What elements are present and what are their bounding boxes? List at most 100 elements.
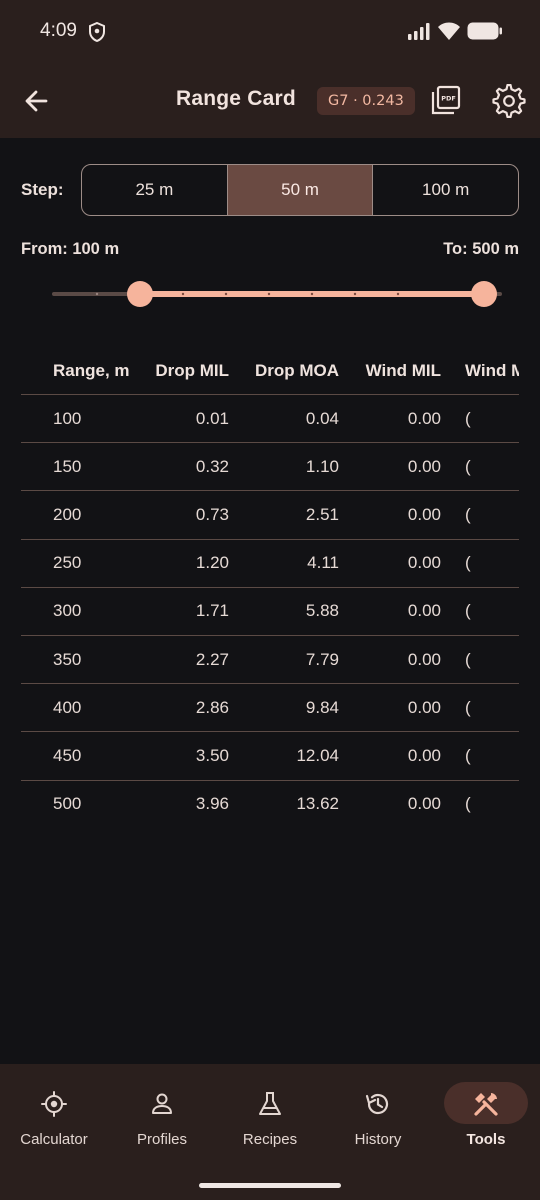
cell-range: 300 xyxy=(53,601,82,621)
cell-wind-moa: ( xyxy=(465,649,471,669)
cell-range: 450 xyxy=(53,745,82,765)
step-option-100[interactable]: 100 m xyxy=(373,165,518,215)
person-icon xyxy=(152,1093,172,1114)
range-slider[interactable] xyxy=(52,279,502,309)
signal-icon xyxy=(408,23,430,40)
nav-label: Tools xyxy=(466,1131,506,1148)
step-label: Step: xyxy=(21,180,64,199)
slider-tick xyxy=(267,292,271,296)
cell-drop-moa: 9.84 xyxy=(305,697,339,717)
cell-drop-moa: 0.04 xyxy=(305,408,339,428)
col-header-range: Range, m xyxy=(53,361,130,380)
app-bar: Range Card G7 · 0.243 PDF xyxy=(0,62,540,138)
cell-wind-mil: 0.00 xyxy=(407,745,441,765)
cell-drop-mil: 2.27 xyxy=(195,649,229,669)
range-from-label: From: 100 m xyxy=(21,240,120,258)
cell-drop-moa: 5.88 xyxy=(305,601,339,621)
cell-drop-mil: 1.71 xyxy=(195,601,229,621)
pdf-export-icon[interactable]: PDF xyxy=(430,84,462,116)
table-row: 250 1.20 4.11 0.00 ( xyxy=(21,540,519,587)
cell-drop-mil: 0.32 xyxy=(195,456,229,476)
cell-range: 250 xyxy=(53,553,82,573)
cell-drop-mil: 3.96 xyxy=(195,794,229,814)
battery-icon xyxy=(467,22,502,40)
cell-range: 500 xyxy=(53,794,82,814)
nav-profiles[interactable]: Profiles xyxy=(108,1064,216,1164)
cell-wind-moa: ( xyxy=(465,697,471,717)
cell-wind-mil: 0.00 xyxy=(407,408,441,428)
slider-start-thumb[interactable] xyxy=(127,281,153,307)
status-bar: 4:09 xyxy=(0,0,540,62)
slider-tick xyxy=(95,292,99,296)
cell-drop-moa: 4.11 xyxy=(307,553,339,573)
cell-drop-moa: 7.79 xyxy=(305,649,339,669)
table-row: 350 2.27 7.79 0.00 ( xyxy=(21,636,519,683)
cell-range: 200 xyxy=(53,504,82,524)
cell-wind-moa: ( xyxy=(465,745,471,765)
cell-wind-mil: 0.00 xyxy=(407,794,441,814)
ballistic-model-chip[interactable]: G7 · 0.243 xyxy=(317,87,415,115)
nav-label: History xyxy=(354,1131,402,1148)
cell-drop-moa: 13.62 xyxy=(296,794,339,814)
cell-drop-mil: 2.86 xyxy=(195,697,229,717)
svg-text:PDF: PDF xyxy=(441,95,456,103)
cell-wind-mil: 0.00 xyxy=(407,553,441,573)
history-icon xyxy=(365,1093,389,1115)
nav-label: Recipes xyxy=(242,1131,298,1148)
table-row: 400 2.86 9.84 0.00 ( xyxy=(21,684,519,731)
col-header-drop-moa: Drop MOA xyxy=(254,361,339,380)
cell-wind-moa: ( xyxy=(465,456,471,476)
nav-calculator[interactable]: Calculator xyxy=(0,1064,108,1164)
shield-icon xyxy=(89,22,105,42)
cell-drop-mil: 3.50 xyxy=(195,745,229,765)
nav-history[interactable]: History xyxy=(324,1064,432,1164)
cell-drop-mil: 1.20 xyxy=(195,553,229,573)
col-header-drop-mil: Drop MIL xyxy=(155,361,229,380)
table-row: 150 0.32 1.10 0.00 ( xyxy=(21,443,519,490)
col-header-wind-mil: Wind MIL xyxy=(365,361,441,380)
slider-end-thumb[interactable] xyxy=(471,281,497,307)
table-header: Range, m Drop MIL Drop MOA Wind MIL Wind… xyxy=(21,348,519,394)
top-bar: 4:09 Range Card G7 · 0.243 PDF xyxy=(0,0,540,138)
cell-drop-mil: 0.01 xyxy=(195,408,229,428)
cell-range: 150 xyxy=(53,456,82,476)
step-option-50[interactable]: 50 m xyxy=(227,165,374,215)
cell-wind-mil: 0.00 xyxy=(407,649,441,669)
step-option-25[interactable]: 25 m xyxy=(82,165,228,215)
page-title: Range Card xyxy=(176,87,296,110)
cell-range: 400 xyxy=(53,697,82,717)
cell-wind-mil: 0.00 xyxy=(407,601,441,621)
table-row: 300 1.71 5.88 0.00 ( xyxy=(21,588,519,635)
cell-drop-mil: 0.73 xyxy=(195,504,229,524)
slider-tick xyxy=(181,292,185,296)
wifi-icon xyxy=(438,22,460,40)
col-header-wind-moa: Wind M xyxy=(465,361,519,380)
cell-range: 350 xyxy=(53,649,82,669)
crosshair-icon xyxy=(41,1091,67,1117)
nav-label: Profiles xyxy=(136,1131,188,1148)
tools-icon xyxy=(474,1093,498,1116)
cell-drop-moa: 1.10 xyxy=(305,456,339,476)
table-row: 500 3.96 13.62 0.00 ( xyxy=(21,781,519,828)
back-arrow-icon[interactable] xyxy=(22,86,52,116)
cell-wind-moa: ( xyxy=(465,553,471,573)
table-row: 100 0.01 0.04 0.00 ( xyxy=(21,395,519,442)
cell-wind-mil: 0.00 xyxy=(407,697,441,717)
slider-tick xyxy=(224,292,228,296)
status-time: 4:09 xyxy=(40,20,77,41)
cell-wind-moa: ( xyxy=(465,601,471,621)
table-row: 450 3.50 12.04 0.00 ( xyxy=(21,732,519,779)
range-to-label: To: 500 m xyxy=(443,240,519,258)
nav-recipes[interactable]: Recipes xyxy=(216,1064,324,1164)
nav-tools[interactable]: Tools xyxy=(432,1064,540,1164)
gear-icon[interactable] xyxy=(492,84,526,118)
table-row: 200 0.73 2.51 0.00 ( xyxy=(21,491,519,538)
cell-wind-moa: ( xyxy=(465,408,471,428)
slider-tick xyxy=(353,292,357,296)
flask-icon xyxy=(259,1092,281,1115)
slider-tick xyxy=(396,292,400,296)
cell-wind-moa: ( xyxy=(465,504,471,524)
slider-tick xyxy=(310,292,314,296)
bottom-navigation: Calculator Profiles Recipes History Tool… xyxy=(0,1064,540,1200)
cell-drop-moa: 2.51 xyxy=(305,504,339,524)
